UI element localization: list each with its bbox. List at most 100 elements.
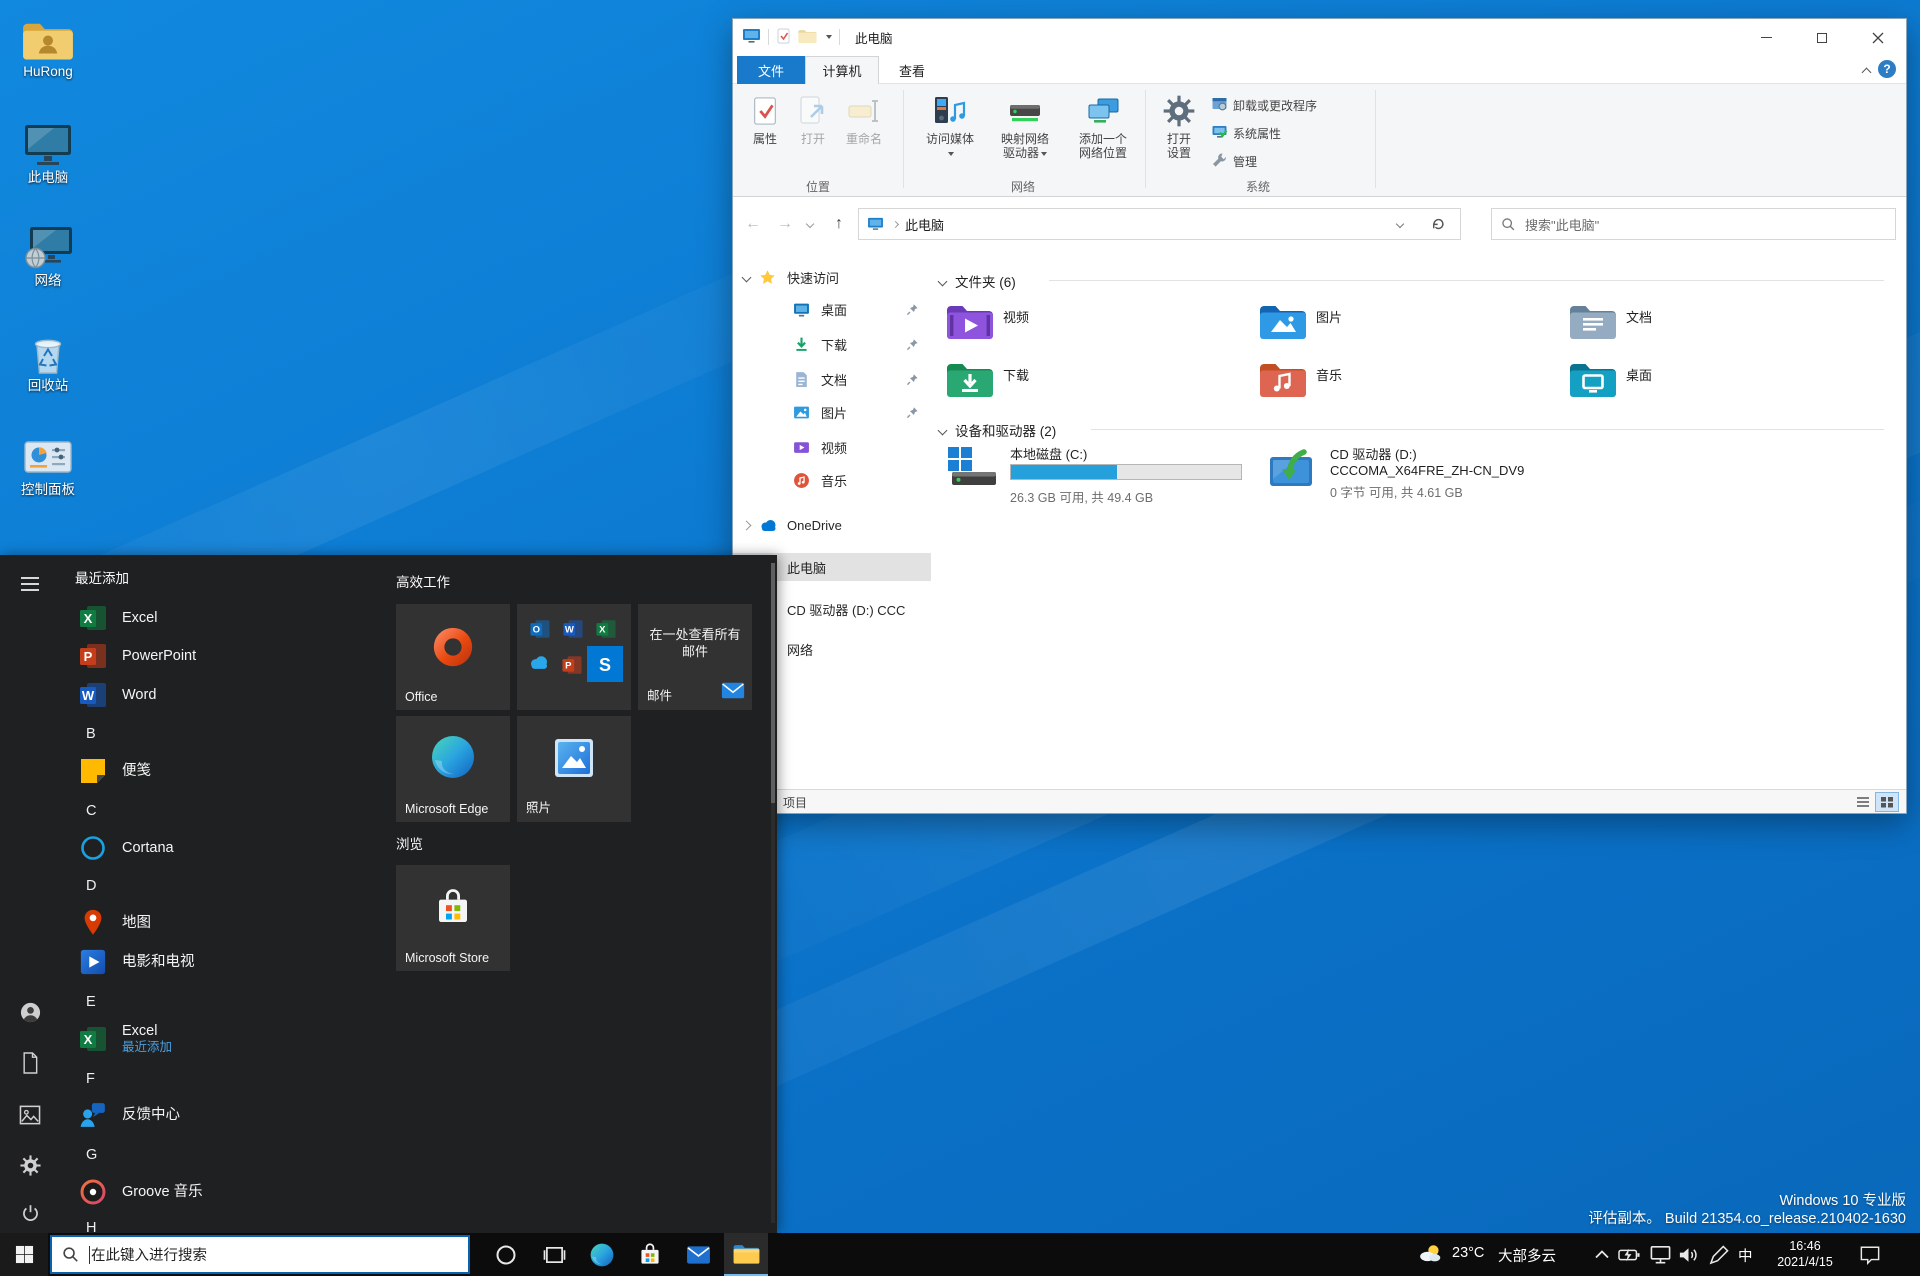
start-menu-scrollbar-thumb[interactable] <box>771 563 775 803</box>
folder-item-5[interactable]: 音乐 <box>1259 359 1559 415</box>
desktop-icon-2[interactable]: 此电脑 <box>4 118 92 186</box>
title-bar[interactable]: 此电脑 <box>733 19 1906 56</box>
folder-item-1[interactable]: 视频 <box>946 301 1246 357</box>
tiles-group-header-productivity[interactable]: 高效工作 <box>396 571 450 591</box>
nav-item-4[interactable]: 文档 <box>733 365 931 393</box>
back-button[interactable]: ← <box>739 210 767 238</box>
open-button[interactable]: 打开 <box>791 93 835 146</box>
forward-button[interactable]: → <box>771 210 799 238</box>
expander-right-icon[interactable] <box>741 520 751 530</box>
access-media-button[interactable]: 访问媒体 <box>915 93 985 160</box>
start-app-电影和电视[interactable]: 电影和电视 <box>62 943 392 981</box>
pictures-rail-icon[interactable] <box>17 1102 43 1128</box>
ime-indicator[interactable]: 中 <box>1738 1245 1753 1266</box>
start-app-反馈中心[interactable]: 反馈中心 <box>62 1096 392 1134</box>
desktop-icon-1[interactable]: HuRong <box>4 12 92 80</box>
nav-item-2[interactable]: 桌面 <box>733 295 931 323</box>
volume-icon[interactable] <box>1676 1243 1700 1267</box>
open-settings-button[interactable]: 打开 设置 <box>1153 93 1205 160</box>
nav-item-6[interactable]: 视频 <box>733 433 931 461</box>
refresh-button[interactable] <box>1415 208 1461 240</box>
manage-button[interactable]: 管理 <box>1211 152 1257 171</box>
action-center-icon[interactable] <box>1858 1243 1882 1267</box>
section-devices[interactable]: 设备和驱动器 (2) <box>937 420 1056 440</box>
menu-hamburger-icon[interactable] <box>17 571 43 597</box>
tile-edge[interactable]: Microsoft Edge <box>396 716 510 822</box>
tab-computer[interactable]: 计算机 <box>805 56 879 84</box>
tile-office-apps-group[interactable]: O W X P S <box>517 604 631 710</box>
search-box[interactable]: 搜索"此电脑" <box>1491 208 1896 240</box>
weather-temperature[interactable]: 23°C <box>1452 1245 1484 1261</box>
section-folders[interactable]: 文件夹 (6) <box>937 271 1016 291</box>
task-view-button[interactable] <box>532 1233 576 1276</box>
desktop-icon-4[interactable]: 回收站 <box>4 326 92 394</box>
expander-down-icon[interactable] <box>741 272 751 282</box>
customize-qat-chevron-icon[interactable] <box>826 35 832 40</box>
maximize-button[interactable] <box>1794 19 1850 56</box>
app-list-letter-E[interactable]: E <box>86 994 96 1010</box>
up-button[interactable]: ↑ <box>825 210 853 238</box>
file-explorer-taskbar-icon[interactable] <box>724 1233 768 1276</box>
start-app-Excel[interactable]: X Excel 最近添加 <box>62 1020 392 1058</box>
nav-item-8[interactable]: OneDrive <box>733 511 931 539</box>
desktop-icon-3[interactable]: 网络 <box>4 221 92 289</box>
tab-view[interactable]: 查看 <box>879 56 945 84</box>
uninstall-button[interactable]: 卸载或更改程序 <box>1211 96 1317 115</box>
start-app-Excel[interactable]: X Excel <box>62 599 392 637</box>
weather-icon[interactable] <box>1418 1241 1442 1265</box>
start-app-Cortana[interactable]: Cortana <box>62 829 392 867</box>
tile-photos[interactable]: 照片 <box>517 716 631 822</box>
tile-office[interactable]: Office <box>396 604 510 710</box>
power-icon[interactable] <box>17 1200 43 1226</box>
desktop-icon-5[interactable]: 控制面板 <box>4 430 92 498</box>
tiles-group-header-explore[interactable]: 浏览 <box>396 833 423 853</box>
folder-item-2[interactable]: 图片 <box>1259 301 1559 357</box>
network-icon[interactable] <box>1648 1243 1672 1267</box>
start-app-Groove 音乐[interactable]: Groove 音乐 <box>62 1173 392 1211</box>
start-button[interactable] <box>0 1233 48 1276</box>
start-app-便笺[interactable]: 便笺 <box>62 752 392 790</box>
nav-item-7[interactable]: 音乐 <box>733 466 931 494</box>
properties-button[interactable]: 属性 <box>741 93 789 146</box>
cortana-button[interactable] <box>484 1233 528 1276</box>
minimize-button[interactable] <box>1738 19 1794 56</box>
app-list-letter-B[interactable]: B <box>86 726 96 742</box>
battery-icon[interactable] <box>1618 1243 1642 1267</box>
mail-taskbar-icon[interactable] <box>676 1233 720 1276</box>
hidden-icons-chevron-icon[interactable] <box>1590 1243 1614 1267</box>
app-list-letter-D[interactable]: D <box>86 878 96 894</box>
details-view-button[interactable] <box>1852 793 1874 811</box>
clock[interactable]: 16:46 2021/4/15 <box>1763 1238 1847 1270</box>
user-account-icon[interactable] <box>17 999 43 1025</box>
add-network-location-button[interactable]: 添加一个 网络位置 <box>1065 93 1141 160</box>
large-icons-view-button[interactable] <box>1875 792 1899 812</box>
tile-mail[interactable]: 在一处查看所有邮件 邮件 <box>638 604 752 710</box>
close-button[interactable] <box>1850 19 1906 56</box>
rename-button[interactable]: 重命名 <box>835 93 893 146</box>
app-list-letter-C[interactable]: C <box>86 803 96 819</box>
start-app-Word[interactable]: W Word <box>62 676 392 714</box>
folder-item-6[interactable]: 桌面 <box>1569 359 1869 415</box>
address-bar[interactable]: 此电脑 <box>858 208 1416 240</box>
help-icon[interactable]: ? <box>1878 60 1896 78</box>
nav-item-5[interactable]: 图片 <box>733 398 931 426</box>
pen-icon[interactable] <box>1706 1243 1730 1267</box>
start-app-PowerPoint[interactable]: P PowerPoint <box>62 637 392 675</box>
app-list-letter-G[interactable]: G <box>86 1147 97 1163</box>
store-taskbar-icon[interactable] <box>628 1233 672 1276</box>
system-properties-button[interactable]: 系统属性 <box>1211 124 1281 143</box>
address-path[interactable]: 此电脑 <box>905 215 944 234</box>
recent-locations-chevron-icon[interactable] <box>801 210 819 238</box>
tab-file[interactable]: 文件 <box>737 56 805 84</box>
app-list-letter-F[interactable]: F <box>86 1071 95 1087</box>
app-list-letter-H[interactable]: H <box>86 1220 96 1233</box>
settings-rail-icon[interactable] <box>17 1152 43 1178</box>
folder-item-3[interactable]: 文档 <box>1569 301 1869 357</box>
new-folder-qat-icon[interactable] <box>798 28 817 47</box>
documents-rail-icon[interactable] <box>17 1050 43 1076</box>
taskbar-search-box[interactable]: 在此键入进行搜索 <box>50 1235 470 1274</box>
nav-item-3[interactable]: 下载 <box>733 330 931 358</box>
nav-item-1[interactable]: 快速访问 <box>733 263 931 291</box>
tile-microsoft-store[interactable]: Microsoft Store <box>396 865 510 971</box>
edge-taskbar-icon[interactable] <box>580 1233 624 1276</box>
